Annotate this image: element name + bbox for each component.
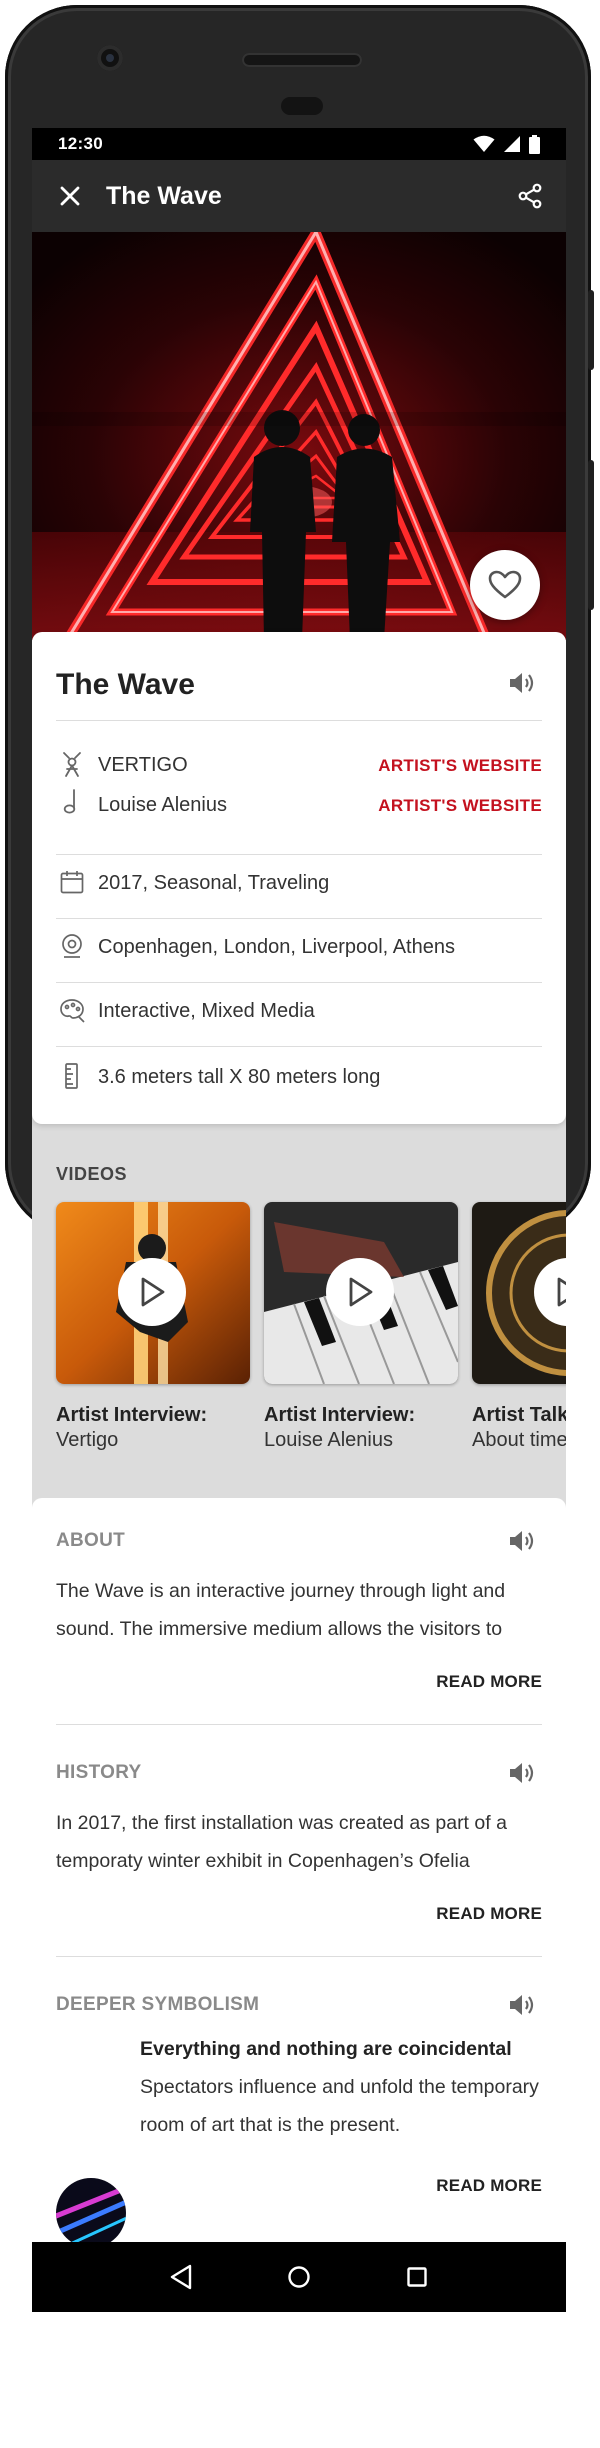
symbolism-title: Everything and nothing are coincidental: [140, 2038, 512, 2060]
favorite-button[interactable]: [470, 550, 540, 620]
video-card[interactable]: Artist Talk About time: [472, 1202, 566, 1452]
play-button[interactable]: [326, 1258, 394, 1326]
calendar-icon: [58, 868, 86, 896]
status-bar: 12:30: [32, 128, 566, 160]
location-icon: [58, 932, 86, 960]
earpiece-speaker: [242, 53, 362, 67]
share-button[interactable]: [494, 160, 566, 232]
read-more-button[interactable]: READ MORE: [436, 1672, 542, 1692]
home-circle-icon: [288, 2266, 310, 2288]
medium-text: Interactive, Mixed Media: [98, 1000, 315, 1022]
read-more-button[interactable]: READ MORE: [436, 1904, 542, 1924]
video-subtitle: About time: [472, 1429, 566, 1451]
recents-button[interactable]: [397, 2257, 437, 2297]
artist-website-link[interactable]: ARTIST'S WEBSITE: [378, 756, 542, 776]
audio-button[interactable]: [508, 1992, 536, 2023]
divider: [56, 854, 542, 855]
divider: [56, 982, 542, 983]
app-bar-title: The Wave: [106, 181, 222, 210]
screen: 12:30 The Wave The Wave VERTIGO ARTIST'S…: [32, 128, 566, 2312]
content-sections: ABOUT The Wave is an interactive journey…: [32, 1498, 566, 2248]
symbolism-thumbnail: [56, 2178, 126, 2248]
divider: [56, 1046, 542, 1047]
history-heading: HISTORY: [56, 1762, 142, 1783]
symbolism-text: Spectators influence and unfold the temp…: [140, 2076, 539, 2136]
artist-website-link[interactable]: ARTIST'S WEBSITE: [378, 796, 542, 816]
divider: [56, 918, 542, 919]
audio-button[interactable]: [508, 1528, 536, 1559]
heart-outline-icon: [488, 570, 522, 599]
locations-text: Copenhagen, London, Liverpool, Athens: [98, 936, 455, 958]
credit-name: VERTIGO: [98, 754, 188, 776]
speaker-icon: [510, 1995, 534, 2015]
battery-icon: [529, 134, 540, 154]
dates-text: 2017, Seasonal, Traveling: [98, 872, 330, 894]
signal-icon: [504, 136, 520, 152]
symbolism-heading: DEEPER SYMBOLISM: [56, 1994, 260, 2015]
ruler-icon: [58, 1062, 86, 1090]
recents-square-icon: [407, 2267, 427, 2287]
video-title: Artist Talk: [472, 1404, 566, 1426]
play-icon: [349, 1277, 373, 1307]
about-heading: ABOUT: [56, 1530, 126, 1551]
video-card[interactable]: Artist Interview: Vertigo: [56, 1202, 250, 1452]
palette-icon: [58, 996, 86, 1024]
audio-button[interactable]: [508, 1760, 536, 1791]
videos-heading: VIDEOS: [56, 1164, 128, 1184]
video-thumbnail: [56, 1202, 250, 1384]
video-thumbnail: [472, 1202, 566, 1384]
about-text: The Wave is an interactive journey throu…: [56, 1580, 506, 1640]
dimensions-text: 3.6 meters tall X 80 meters long: [98, 1066, 381, 1088]
play-icon: [141, 1277, 165, 1307]
video-thumbnail: [264, 1202, 458, 1384]
status-time: 12:30: [58, 134, 103, 153]
share-icon: [518, 183, 542, 209]
play-button[interactable]: [118, 1258, 186, 1326]
music-note-icon: [58, 788, 86, 816]
play-icon: [557, 1277, 566, 1307]
video-subtitle: Vertigo: [56, 1429, 119, 1451]
proximity-sensor: [281, 97, 323, 115]
back-triangle-icon: [170, 2264, 192, 2290]
symbolism-content: Everything and nothing are coincidental …: [140, 2030, 550, 2144]
video-title: Artist Interview:: [56, 1404, 208, 1426]
video-subtitle: Louise Alenius: [264, 1429, 393, 1451]
close-button[interactable]: [32, 160, 108, 232]
front-camera: [97, 45, 123, 71]
divider: [56, 1956, 542, 1957]
divider: [56, 720, 542, 721]
wifi-icon: [473, 135, 495, 152]
speaker-icon: [510, 673, 534, 693]
artist-figure-icon: [58, 750, 86, 778]
info-card: The Wave VERTIGO ARTIST'S WEBSITE Louise…: [32, 632, 566, 1124]
back-button[interactable]: [161, 2257, 201, 2297]
history-text: In 2017, the first installation was crea…: [56, 1812, 507, 1872]
video-card[interactable]: Artist Interview: Louise Alenius: [264, 1202, 458, 1452]
video-title: Artist Interview:: [264, 1404, 416, 1426]
system-nav-bar: [32, 2242, 566, 2312]
app-bar: The Wave: [32, 160, 566, 232]
audio-button[interactable]: [508, 670, 536, 701]
close-icon: [60, 186, 80, 206]
status-icons: [473, 134, 540, 154]
speaker-icon: [510, 1531, 534, 1551]
read-more-button[interactable]: READ MORE: [436, 2176, 542, 2196]
credit-name: Louise Alenius: [98, 794, 227, 816]
home-button[interactable]: [279, 2257, 319, 2297]
power-button: [588, 290, 594, 370]
speaker-icon: [510, 1763, 534, 1783]
volume-button: [588, 460, 594, 610]
divider: [56, 1724, 542, 1725]
artwork-title: The Wave: [56, 668, 195, 701]
